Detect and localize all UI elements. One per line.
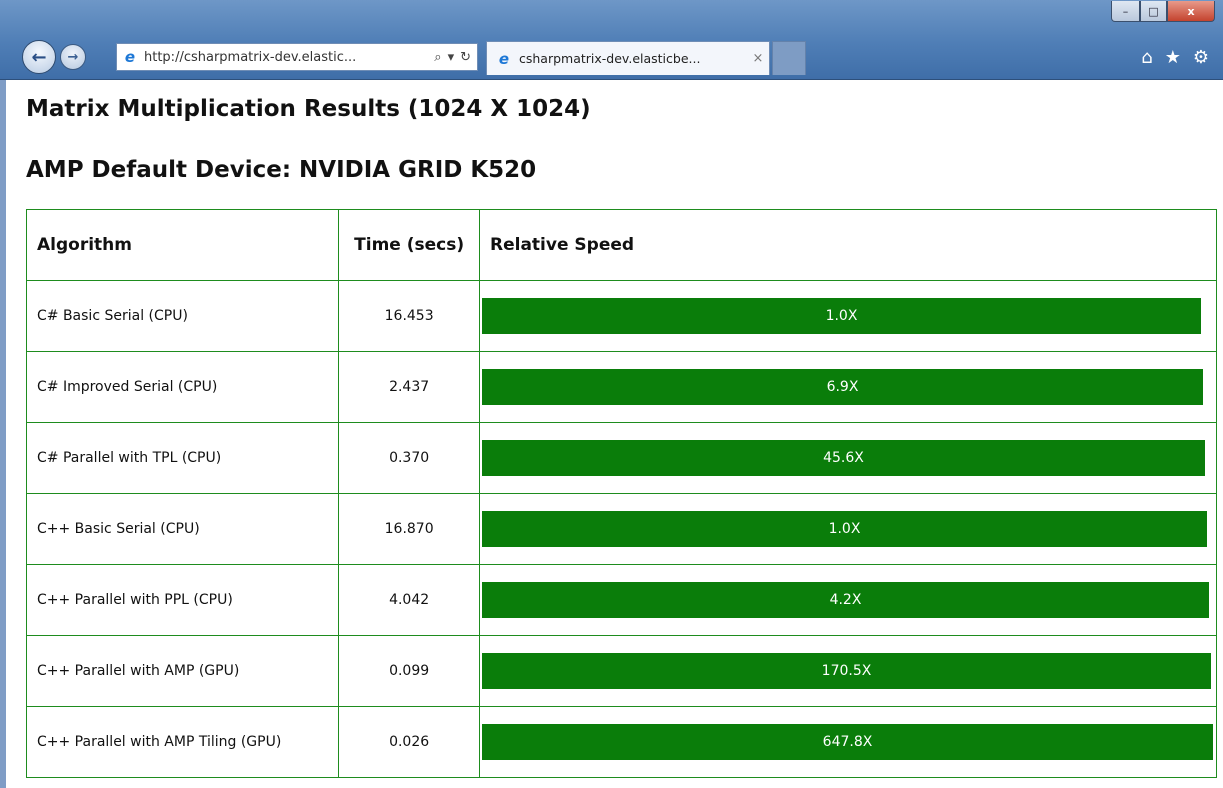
page-content: Matrix Multiplication Results (1024 X 10… — [0, 80, 1223, 788]
speed-bar-track: 647.8X — [482, 724, 1213, 760]
browser-tab[interactable]: e csharpmatrix-dev.elasticbe... × — [486, 41, 770, 75]
time-cell: 16.453 — [338, 280, 480, 352]
new-tab-button[interactable] — [772, 41, 806, 75]
speed-bar-track: 4.2X — [482, 582, 1213, 618]
results-body: C# Basic Serial (CPU) 16.453 1.0X C# Improv… — [25, 280, 1217, 778]
relative-speed-cell: 4.2X — [479, 564, 1217, 636]
tab-close-icon[interactable]: × — [747, 51, 769, 66]
page-title: Matrix Multiplication Results (1024 X 10… — [26, 96, 591, 122]
time-cell: 0.099 — [338, 635, 480, 707]
address-text[interactable]: http://csharpmatrix-dev.elastic... — [144, 50, 434, 65]
device-subtitle: AMP Default Device: NVIDIA GRID K520 — [26, 157, 537, 183]
navigation-bar: ← → e http://csharpmatrix-dev.elastic...… — [0, 38, 1223, 78]
header-relative-speed: Relative Speed — [479, 209, 1217, 281]
results-table: Algorithm Time (secs) Relative Speed C# … — [25, 209, 1217, 778]
forward-button[interactable]: → — [60, 44, 86, 70]
relative-speed-cell: 6.9X — [479, 351, 1217, 423]
speed-bar: 1.0X — [482, 298, 1201, 334]
minimize-button[interactable]: – — [1111, 1, 1140, 22]
tab-title: csharpmatrix-dev.elasticbe... — [519, 51, 701, 66]
speed-bar: 45.6X — [482, 440, 1205, 476]
algorithm-cell: C# Basic Serial (CPU) — [25, 280, 340, 352]
relative-speed-cell: 647.8X — [479, 706, 1217, 778]
table-row: C# Improved Serial (CPU) 2.437 6.9X — [25, 351, 1217, 423]
settings-gear-icon[interactable]: ⚙ — [1193, 47, 1209, 68]
speed-bar: 1.0X — [482, 511, 1207, 547]
header-algorithm: Algorithm — [25, 209, 340, 281]
speed-bar-track: 1.0X — [482, 298, 1213, 334]
speed-bar: 6.9X — [482, 369, 1203, 405]
window-controls: – □ x — [1111, 1, 1215, 22]
time-cell: 0.370 — [338, 422, 480, 494]
algorithm-cell: C++ Parallel with AMP Tiling (GPU) — [25, 706, 340, 778]
refresh-icon[interactable]: ↻ — [460, 50, 471, 65]
algorithm-cell: C++ Parallel with AMP (GPU) — [25, 635, 340, 707]
speed-bar-track: 170.5X — [482, 653, 1213, 689]
relative-speed-cell: 1.0X — [479, 493, 1217, 565]
address-bar[interactable]: e http://csharpmatrix-dev.elastic... ⌕ ▾… — [116, 43, 478, 71]
speed-bar-track: 1.0X — [482, 511, 1213, 547]
browser-chrome: – □ x ← → e http://csharpmatrix-dev.elas… — [0, 0, 1223, 80]
table-row: C++ Parallel with AMP (GPU) 0.099 170.5X — [25, 635, 1217, 707]
ie-tab-icon: e — [498, 49, 510, 68]
speed-bar: 647.8X — [482, 724, 1213, 760]
relative-speed-cell: 45.6X — [479, 422, 1217, 494]
speed-bar-track: 6.9X — [482, 369, 1213, 405]
time-cell: 0.026 — [338, 706, 480, 778]
table-row: C# Basic Serial (CPU) 16.453 1.0X — [25, 280, 1217, 352]
time-cell: 2.437 — [338, 351, 480, 423]
home-icon[interactable]: ⌂ — [1141, 47, 1152, 68]
time-cell: 4.042 — [338, 564, 480, 636]
table-row: C++ Parallel with AMP Tiling (GPU) 0.026 6… — [25, 706, 1217, 778]
speed-bar: 4.2X — [482, 582, 1209, 618]
header-time: Time (secs) — [338, 209, 480, 281]
maximize-button[interactable]: □ — [1140, 1, 1167, 22]
favorites-star-icon[interactable]: ★ — [1165, 47, 1181, 68]
table-header-row: Algorithm Time (secs) Relative Speed — [25, 209, 1217, 281]
back-button[interactable]: ← — [22, 40, 56, 74]
relative-speed-cell: 1.0X — [479, 280, 1217, 352]
time-cell: 16.870 — [338, 493, 480, 565]
algorithm-cell: C++ Basic Serial (CPU) — [25, 493, 340, 565]
close-window-button[interactable]: x — [1167, 1, 1215, 22]
algorithm-cell: C++ Parallel with PPL (CPU) — [25, 564, 340, 636]
table-row: C++ Basic Serial (CPU) 16.870 1.0X — [25, 493, 1217, 565]
dropdown-icon[interactable]: ▾ — [448, 50, 455, 65]
relative-speed-cell: 170.5X — [479, 635, 1217, 707]
toolbar-icons: ⌂ ★ ⚙ — [1141, 47, 1209, 68]
table-row: C++ Parallel with PPL (CPU) 4.042 4.2X — [25, 564, 1217, 636]
speed-bar-track: 45.6X — [482, 440, 1213, 476]
ie-page-icon: e — [124, 48, 136, 66]
table-row: C# Parallel with TPL (CPU) 0.370 45.6X — [25, 422, 1217, 494]
address-tools: ⌕ ▾ ↻ — [434, 50, 477, 65]
search-icon[interactable]: ⌕ — [434, 50, 441, 65]
speed-bar: 170.5X — [482, 653, 1211, 689]
algorithm-cell: C# Parallel with TPL (CPU) — [25, 422, 340, 494]
algorithm-cell: C# Improved Serial (CPU) — [25, 351, 340, 423]
